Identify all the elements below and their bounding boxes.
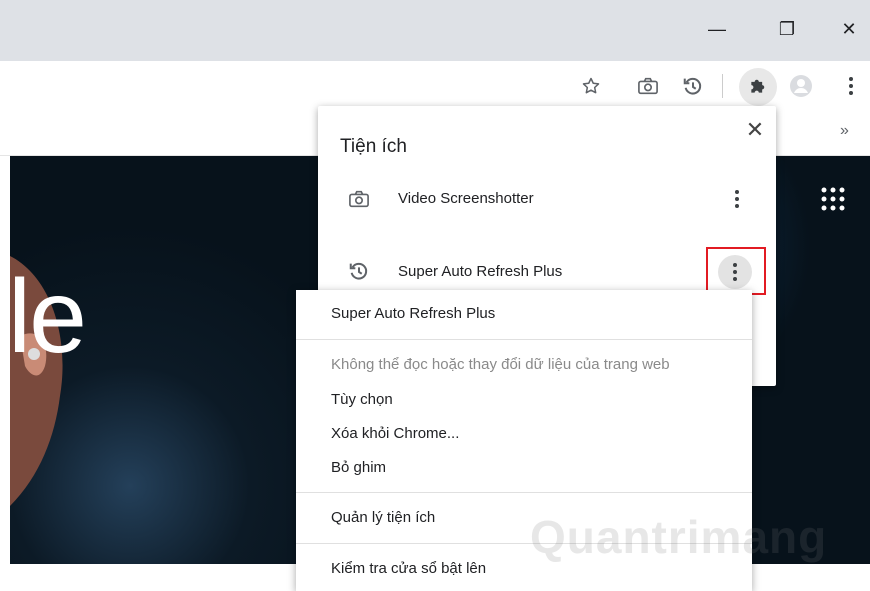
menu-separator xyxy=(296,492,752,493)
profile-button[interactable] xyxy=(788,73,814,99)
restore-icon: ❐ xyxy=(778,18,796,39)
menu-item-options[interactable]: Tùy chọn xyxy=(331,391,393,408)
video-screenshotter-toolbar-button[interactable] xyxy=(635,73,661,99)
extension-name: Super Auto Refresh Plus xyxy=(398,263,563,280)
menu-separator xyxy=(296,339,752,340)
camera-icon xyxy=(638,77,658,95)
extensions-popup-title: Tiện ích xyxy=(340,136,407,157)
bookmark-star-button[interactable] xyxy=(578,73,604,99)
apps-grid-icon[interactable] xyxy=(820,186,846,217)
camera-icon xyxy=(346,186,372,212)
omnibox[interactable] xyxy=(0,61,570,111)
watermark: Quantrimang xyxy=(530,511,828,563)
restore-button[interactable]: ❐ xyxy=(772,14,802,44)
menu-item-unpin[interactable]: Bỏ ghim xyxy=(331,459,386,476)
kebab-icon xyxy=(849,77,853,95)
toolbar-divider xyxy=(722,74,723,98)
super-auto-refresh-toolbar-button[interactable] xyxy=(680,73,706,99)
chrome-menu-button[interactable] xyxy=(838,73,864,99)
menu-item-extension-name[interactable]: Super Auto Refresh Plus xyxy=(331,305,495,322)
extensions-popup-close-button[interactable]: ✕ xyxy=(742,117,768,143)
star-icon xyxy=(582,77,600,94)
menu-item-manage-extensions[interactable]: Quản lý tiện ích xyxy=(331,509,435,526)
page-logo-text: le xyxy=(8,259,87,375)
profile-icon xyxy=(790,75,812,97)
menu-item-inspect-popup[interactable]: Kiểm tra cửa sổ bật lên xyxy=(331,560,486,577)
minimize-icon: — xyxy=(708,18,726,39)
extension-name: Video Screenshotter xyxy=(398,190,534,207)
refresh-history-icon xyxy=(346,258,372,284)
extension-more-button[interactable] xyxy=(724,186,750,212)
puzzle-icon xyxy=(751,79,765,93)
close-icon: ✕ xyxy=(745,117,765,142)
menu-item-permission: Không thể đọc hoặc thay đổi dữ liệu của … xyxy=(331,356,670,373)
highlight-box xyxy=(706,247,766,295)
refresh-history-icon xyxy=(683,77,702,95)
extension-row-video-screenshotter[interactable] xyxy=(330,180,760,220)
minimize-button[interactable]: — xyxy=(702,14,732,44)
menu-item-remove[interactable]: Xóa khỏi Chrome... xyxy=(331,425,459,442)
close-icon: ✕ xyxy=(841,18,857,39)
kebab-icon xyxy=(735,190,739,208)
window-titlebar xyxy=(0,0,870,61)
extensions-button[interactable] xyxy=(745,73,771,99)
close-window-button[interactable]: ✕ xyxy=(834,14,864,44)
bookmarks-overflow-button[interactable]: » xyxy=(840,122,849,140)
